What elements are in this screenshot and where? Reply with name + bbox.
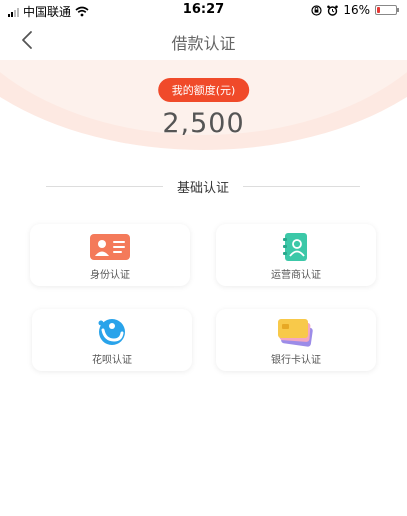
id-card-icon bbox=[90, 234, 130, 260]
bank-card-verification-label: 银行卡认证 bbox=[271, 355, 321, 366]
section-header: 基础认证 bbox=[46, 176, 361, 196]
nav-bar: 借款认证 bbox=[0, 20, 407, 60]
battery-level bbox=[377, 7, 380, 13]
orientation-lock-icon bbox=[311, 4, 322, 16]
screen: 中国联通 16:27 16% 借款认证 我的额度(元) 2,500 基础认证 身… bbox=[0, 0, 407, 516]
huabei-icon bbox=[98, 319, 125, 345]
divider-left bbox=[46, 185, 163, 187]
id-verification-card[interactable]: 身份认证 bbox=[30, 224, 190, 286]
credit-limit-amount: 2,500 bbox=[162, 108, 245, 139]
page-title: 借款认证 bbox=[171, 34, 236, 53]
carrier-verification-card[interactable]: 运营商认证 bbox=[216, 224, 376, 286]
section-title: 基础认证 bbox=[177, 180, 230, 196]
battery-percent: 16% bbox=[343, 3, 370, 17]
contact-book-icon bbox=[283, 233, 307, 261]
huabei-verification-card[interactable]: 花呗认证 bbox=[32, 309, 192, 371]
credit-limit-label: 我的额度(元) bbox=[157, 78, 250, 102]
divider-right bbox=[243, 185, 361, 187]
alarm-icon bbox=[327, 5, 339, 16]
id-verification-label: 身份认证 bbox=[90, 270, 130, 281]
huabei-verification-label: 花呗认证 bbox=[92, 355, 132, 366]
bank-card-icon bbox=[278, 319, 313, 347]
credit-limit-header: 我的额度(元) 2,500 bbox=[0, 60, 407, 160]
bank-card-verification-card[interactable]: 银行卡认证 bbox=[216, 309, 376, 371]
battery-icon bbox=[375, 5, 399, 15]
carrier-verification-label: 运营商认证 bbox=[271, 270, 321, 281]
status-right: 16% bbox=[311, 3, 399, 17]
status-bar: 中国联通 16:27 16% bbox=[0, 0, 407, 20]
